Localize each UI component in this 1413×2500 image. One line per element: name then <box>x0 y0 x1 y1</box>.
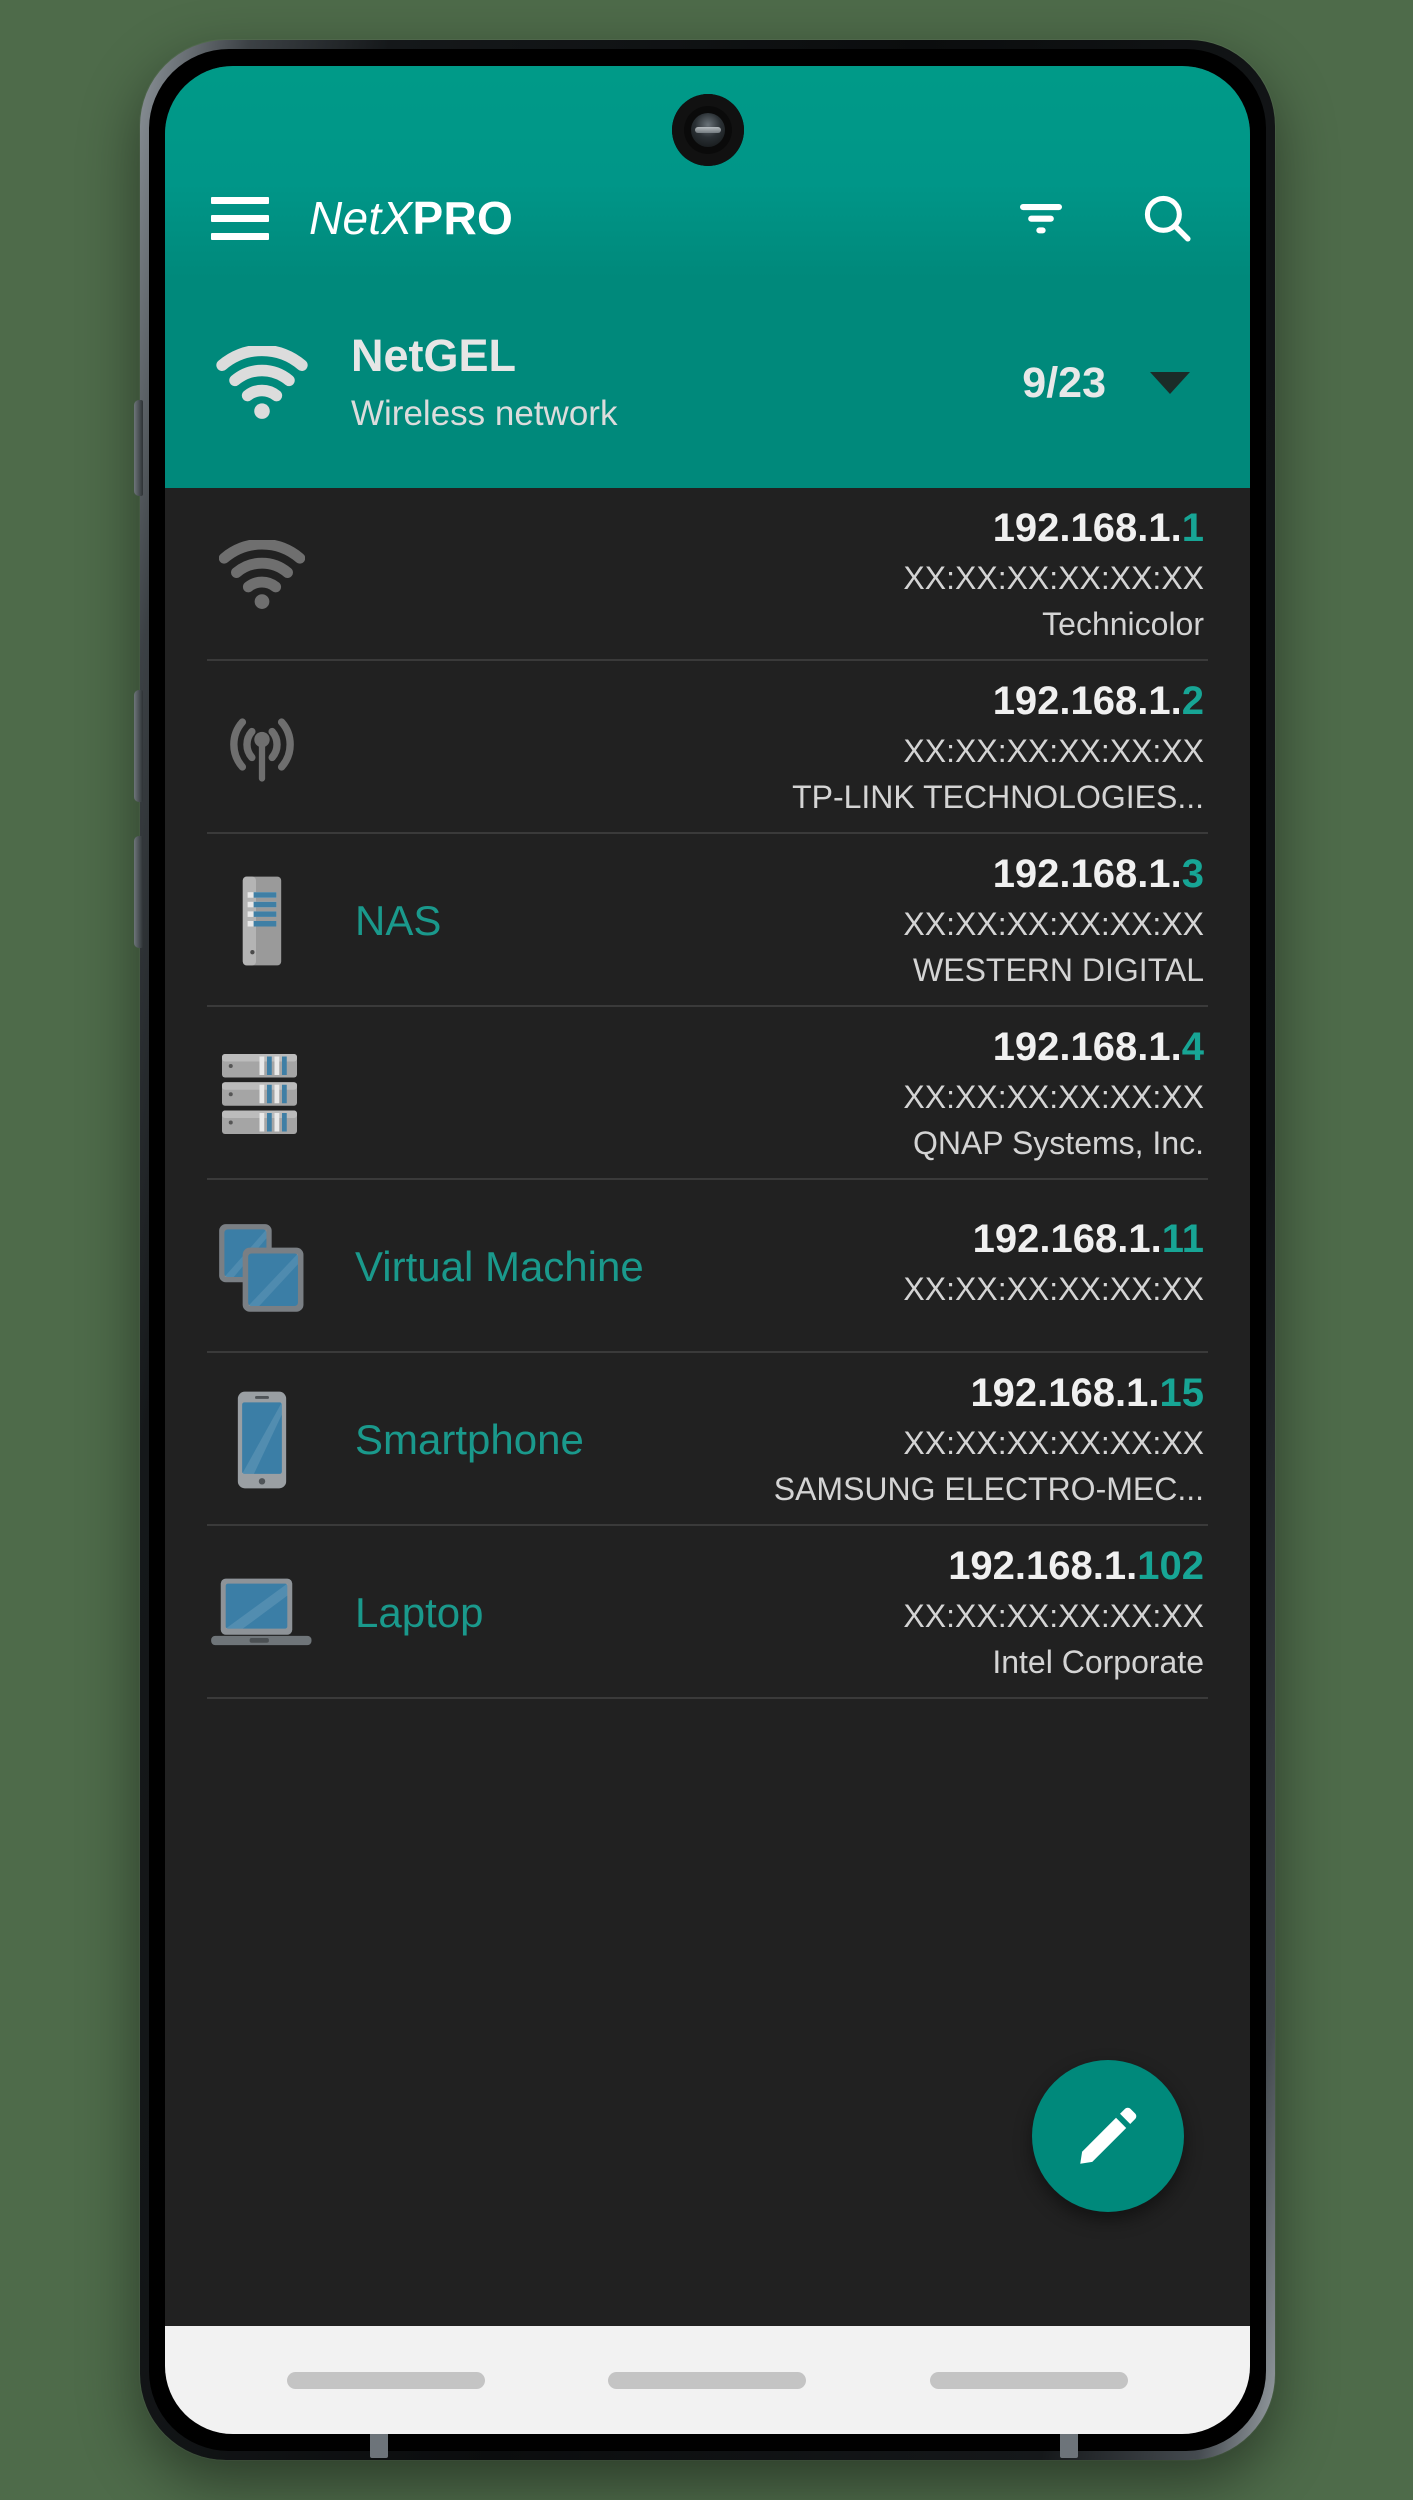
device-ip-prefix: 192.168.1. <box>992 1025 1182 1069</box>
device-ip: 192.168.1.2 <box>993 679 1204 724</box>
filter-list-icon[interactable] <box>1004 181 1078 255</box>
app-title-light: NetX <box>309 192 413 244</box>
device-ip: 192.168.1.102 <box>948 1544 1204 1589</box>
table-row[interactable]: 192.168.1.1 XX:XX:XX:XX:XX:XX Technicolo… <box>165 488 1250 661</box>
device-ip-host: 2 <box>1181 679 1204 723</box>
device-vendor: SAMSUNG ELECTRO-MEC... <box>773 1471 1204 1507</box>
network-name: NetGEL <box>351 330 517 382</box>
search-icon[interactable] <box>1130 181 1204 255</box>
network-device-count: 9/23 <box>1022 358 1106 407</box>
table-row[interactable]: Smartphone 192.168.1.15 XX:XX:XX:XX:XX:X… <box>165 1353 1250 1526</box>
device-ip: 192.168.1.11 <box>973 1217 1204 1262</box>
table-row[interactable]: Virtual Machine 192.168.1.11 XX:XX:XX:XX… <box>165 1180 1250 1353</box>
device-info: 192.168.1.102 XX:XX:XX:XX:XX:XX Intel Co… <box>903 1544 1204 1681</box>
device-ip-host: 4 <box>1181 1025 1204 1069</box>
virtual-machine-icon <box>207 1212 317 1322</box>
device-ip-host: 1 <box>1181 506 1204 550</box>
home-button[interactable] <box>608 2371 807 2389</box>
app-title-bold: PRO <box>412 192 514 244</box>
phone-screen: NetXPRO NetGEL Wireless network 9/23 192… <box>165 66 1250 2434</box>
table-row[interactable]: 192.168.1.4 XX:XX:XX:XX:XX:XX QNAP Syste… <box>165 1007 1250 1180</box>
device-ip-prefix: 192.168.1. <box>972 1216 1162 1261</box>
device-vendor: QNAP Systems, Inc. <box>912 1125 1204 1161</box>
device-vendor: WESTERN DIGITAL <box>913 952 1204 988</box>
device-ip: 192.168.1.1 <box>993 506 1204 551</box>
network-header[interactable]: NetGEL Wireless network 9/23 <box>165 278 1250 488</box>
device-ip-prefix: 192.168.1. <box>948 1544 1138 1588</box>
network-subtitle: Wireless network <box>351 393 618 433</box>
device-mac: XX:XX:XX:XX:XX:XX <box>903 1270 1204 1307</box>
device-ip: 192.168.1.4 <box>993 1025 1204 1070</box>
device-ip: 192.168.1.3 <box>993 852 1204 897</box>
back-button[interactable] <box>930 2371 1129 2389</box>
device-info: 192.168.1.4 XX:XX:XX:XX:XX:XX QNAP Syste… <box>903 1025 1204 1162</box>
phone-side-button-bixby[interactable] <box>134 400 143 496</box>
network-text-block: NetGEL Wireless network <box>351 332 1022 433</box>
device-mac: XX:XX:XX:XX:XX:XX <box>903 1425 1204 1461</box>
menu-bar-3 <box>211 232 269 240</box>
device-label: Laptop <box>355 1588 484 1636</box>
table-row[interactable]: NAS 192.168.1.3 XX:XX:XX:XX:XX:XX WESTER… <box>165 834 1250 1007</box>
hamburger-menu-icon[interactable] <box>211 189 269 247</box>
android-navigation-bar <box>165 2326 1250 2434</box>
device-info: 192.168.1.15 XX:XX:XX:XX:XX:XX SAMSUNG E… <box>774 1371 1204 1508</box>
device-vendor: Technicolor <box>1042 606 1204 642</box>
device-info: 192.168.1.3 XX:XX:XX:XX:XX:XX WESTERN DI… <box>903 852 1204 989</box>
app-title: NetXPRO <box>309 191 513 245</box>
camera-glint <box>694 127 721 133</box>
wifi-icon <box>207 520 317 630</box>
phone-bottom-notch-left <box>370 2432 388 2458</box>
phone-volume-up-button[interactable] <box>134 836 143 948</box>
phone-bottom-notch-right <box>1060 2432 1078 2458</box>
netx-pro-app: NetXPRO NetGEL Wireless network 9/23 192… <box>165 66 1250 2434</box>
device-ip-host: 102 <box>1137 1544 1204 1588</box>
screenshot-stage: NetXPRO NetGEL Wireless network 9/23 192… <box>0 0 1413 2500</box>
device-label: Virtual Machine <box>355 1242 644 1290</box>
device-mac: XX:XX:XX:XX:XX:XX <box>903 1598 1204 1634</box>
device-ip-prefix: 192.168.1. <box>992 679 1182 723</box>
phone-volume-down-button[interactable] <box>134 690 143 802</box>
device-ip-host: 15 <box>1159 1371 1205 1415</box>
smartphone-icon <box>207 1385 317 1495</box>
menu-bar-1 <box>211 196 269 204</box>
device-ip: 192.168.1.15 <box>970 1371 1204 1416</box>
front-camera-icon <box>671 94 744 166</box>
device-label: Smartphone <box>355 1415 584 1463</box>
edit-fab-button[interactable] <box>1032 2060 1184 2212</box>
app-bar: NetXPRO <box>165 66 1250 278</box>
device-mac: XX:XX:XX:XX:XX:XX <box>903 1079 1204 1115</box>
laptop-icon <box>207 1558 317 1668</box>
device-ip-host: 11 <box>1161 1216 1204 1261</box>
device-info: 192.168.1.11 XX:XX:XX:XX:XX:XX <box>903 1217 1204 1317</box>
device-ip-prefix: 192.168.1. <box>992 852 1182 896</box>
nas-tower-icon <box>207 866 317 976</box>
app-bar-row: NetXPRO <box>165 158 1250 278</box>
table-row[interactable]: 192.168.1.2 XX:XX:XX:XX:XX:XX TP-LINK TE… <box>165 661 1250 834</box>
device-ip-prefix: 192.168.1. <box>992 506 1182 550</box>
device-vendor: Intel Corporate <box>992 1644 1204 1680</box>
wifi-icon <box>207 346 317 420</box>
chevron-down-icon[interactable] <box>1150 372 1190 394</box>
device-ip-host: 3 <box>1181 852 1204 896</box>
table-row[interactable]: Laptop 192.168.1.102 XX:XX:XX:XX:XX:XX I… <box>165 1526 1250 1699</box>
device-ip-prefix: 192.168.1. <box>970 1371 1160 1415</box>
device-mac: XX:XX:XX:XX:XX:XX <box>903 733 1204 769</box>
device-mac: XX:XX:XX:XX:XX:XX <box>903 906 1204 942</box>
device-vendor: TP-LINK TECHNOLOGIES... <box>792 779 1204 815</box>
edit-pencil-icon <box>1080 2107 1137 2164</box>
menu-bar-2 <box>211 214 269 222</box>
access-point-icon <box>207 693 317 803</box>
nas-rack-icon <box>207 1039 317 1149</box>
device-info: 192.168.1.1 XX:XX:XX:XX:XX:XX Technicolo… <box>903 506 1204 643</box>
device-info: 192.168.1.2 XX:XX:XX:XX:XX:XX TP-LINK TE… <box>792 679 1204 816</box>
recents-button[interactable] <box>286 2371 485 2389</box>
device-mac: XX:XX:XX:XX:XX:XX <box>903 560 1204 596</box>
device-label: NAS <box>355 896 442 944</box>
